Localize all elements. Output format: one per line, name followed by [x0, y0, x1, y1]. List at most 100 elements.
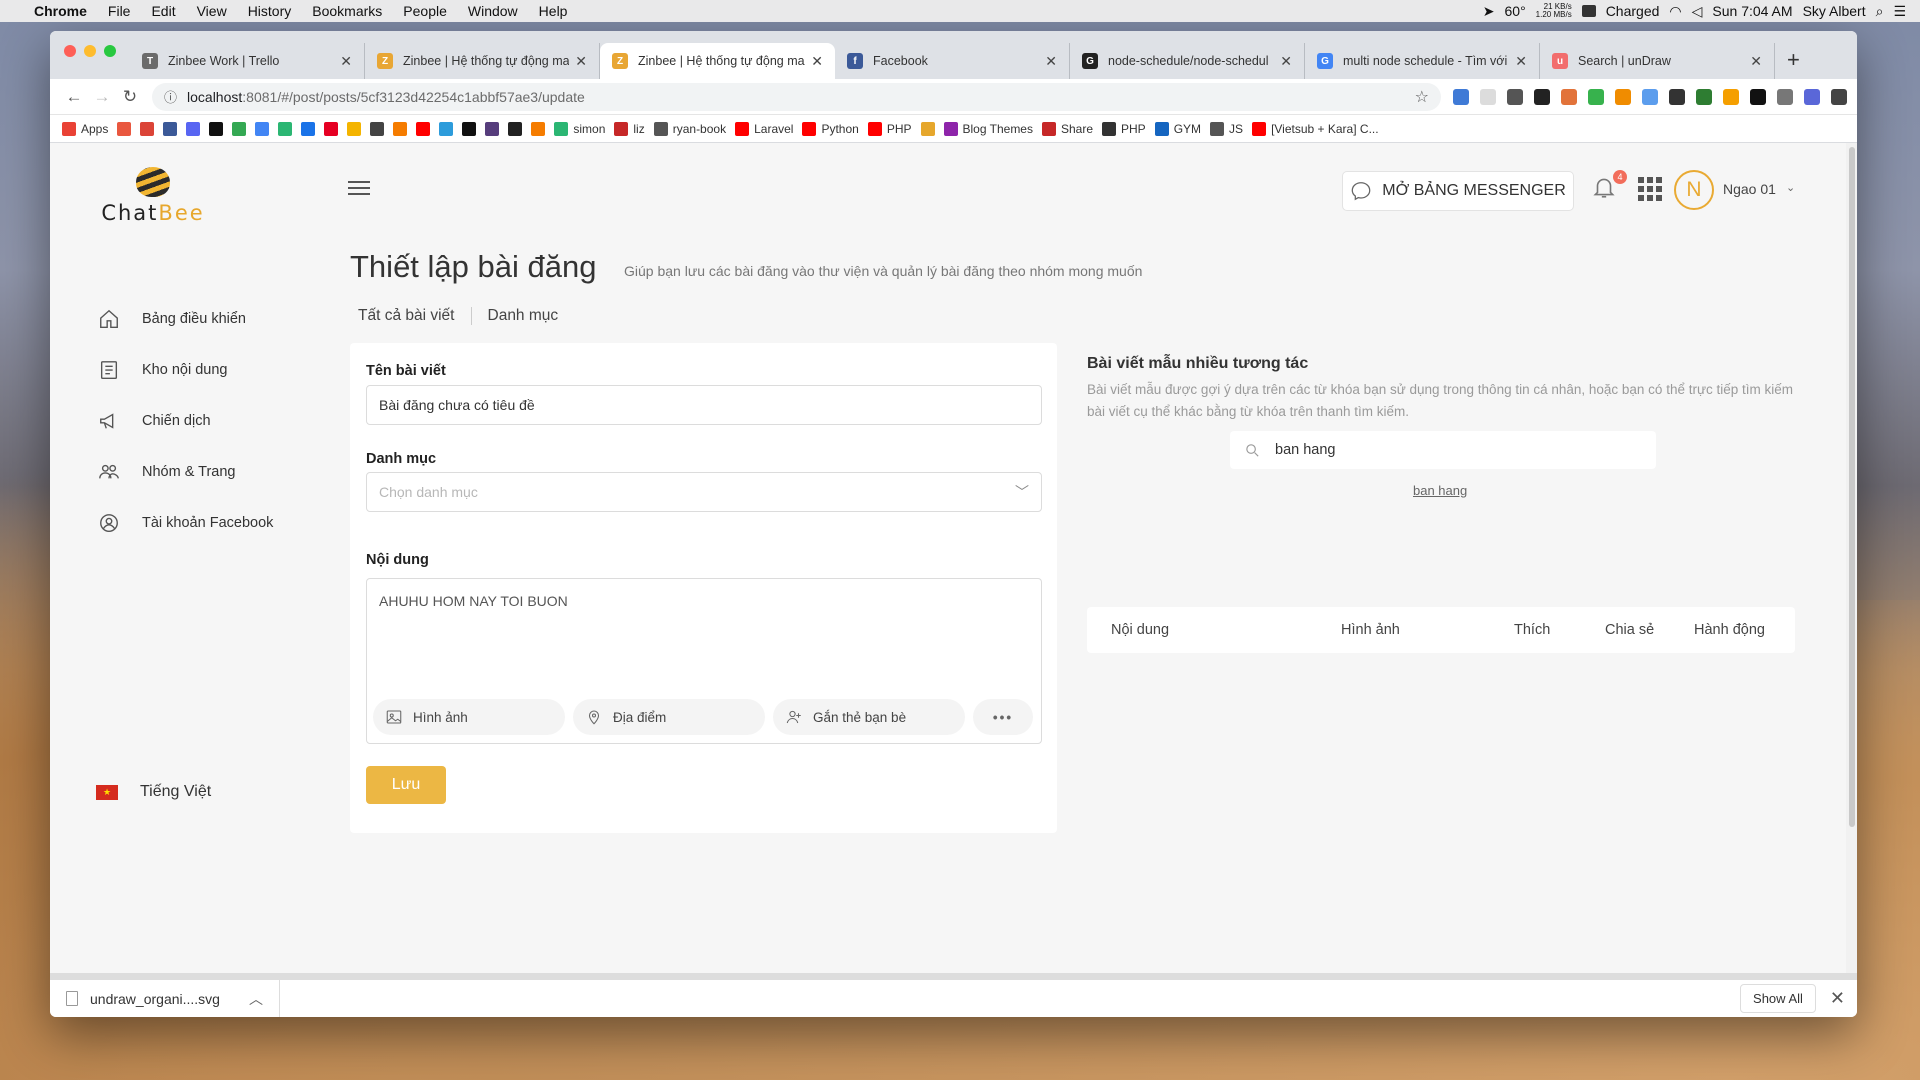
bookmark-item[interactable]	[370, 121, 385, 136]
extension-icon[interactable]	[1723, 88, 1739, 105]
browser-tab[interactable]: u Search | unDraw ✕	[1540, 43, 1775, 79]
menu-help[interactable]: Help	[539, 3, 568, 19]
post-title-input[interactable]: Bài đăng chưa có tiêu đề	[366, 385, 1042, 425]
location-icon[interactable]: ➤	[1483, 3, 1495, 20]
tab-categories[interactable]: Danh mục	[488, 307, 559, 325]
tab-all-posts[interactable]: Tất cả bài viết	[358, 307, 455, 325]
bookmark-item[interactable]: Python	[802, 121, 859, 136]
sidebar-item-dashboard[interactable]: Bảng điều khiển	[98, 308, 246, 330]
page-scrollbar[interactable]	[1846, 143, 1857, 973]
battery-status[interactable]: Charged	[1606, 3, 1660, 19]
browser-tab-active[interactable]: Z Zinbee | Hệ thống tự động ma ✕	[600, 43, 835, 79]
bookmark-item[interactable]: Laravel	[735, 121, 793, 136]
zoom-window-button[interactable]	[104, 45, 116, 57]
bookmark-item[interactable]: simon	[554, 121, 605, 136]
column-header[interactable]: Hành động	[1694, 622, 1765, 638]
download-item[interactable]: undraw_organi....svg ︿	[50, 980, 280, 1017]
new-tab-button[interactable]: +	[1787, 43, 1800, 79]
user-name[interactable]: Ngao 01	[1723, 181, 1776, 197]
column-header[interactable]: Chia sẻ	[1605, 622, 1654, 638]
extension-icon[interactable]	[1507, 88, 1523, 105]
hamburger-menu-icon[interactable]	[348, 177, 370, 199]
bookmark-star-icon[interactable]: ☆	[1415, 87, 1429, 107]
menu-file[interactable]: File	[108, 3, 131, 19]
bookmark-item[interactable]: [Vietsub + Kara] C...	[1252, 121, 1379, 136]
close-tab-icon[interactable]: ✕	[1045, 53, 1057, 70]
browser-tab[interactable]: T Zinbee Work | Trello ✕	[130, 43, 365, 79]
scrollbar-thumb[interactable]	[1849, 147, 1855, 827]
volume-icon[interactable]: ◁	[1692, 3, 1703, 20]
weather-text[interactable]: 60°	[1505, 3, 1526, 19]
bookmark-item[interactable]	[439, 121, 454, 136]
extension-icon[interactable]	[1588, 88, 1604, 105]
column-header[interactable]: Thích	[1514, 622, 1550, 638]
category-select[interactable]: Chọn danh mục ﹀	[366, 472, 1042, 512]
close-tab-icon[interactable]: ✕	[811, 53, 823, 70]
close-downloads-icon[interactable]: ✕	[1830, 988, 1845, 1009]
clock[interactable]: Sun 7:04 AM	[1712, 3, 1792, 19]
menu-edit[interactable]: Edit	[151, 3, 175, 19]
bookmark-item[interactable]: Blog Themes	[943, 121, 1033, 136]
bookmark-item[interactable]: liz	[614, 121, 645, 136]
bookmark-item[interactable]	[209, 121, 224, 136]
content-text[interactable]: AHUHU HOM NAY TOI BUON	[367, 579, 1041, 691]
close-window-button[interactable]	[64, 45, 76, 57]
close-tab-icon[interactable]: ✕	[575, 53, 587, 70]
bookmark-item[interactable]: PHP	[867, 121, 912, 136]
bookmark-item[interactable]	[393, 121, 408, 136]
extension-icon[interactable]	[1642, 88, 1658, 105]
close-tab-icon[interactable]: ✕	[1280, 53, 1292, 70]
extension-icon[interactable]	[1534, 88, 1550, 105]
menu-history[interactable]: History	[248, 3, 292, 19]
close-tab-icon[interactable]: ✕	[1750, 53, 1762, 70]
menu-list-icon[interactable]: ☰	[1893, 3, 1906, 20]
wifi-icon[interactable]: ◠	[1669, 3, 1681, 20]
reload-icon[interactable]: ↻	[116, 87, 144, 107]
bookmark-item[interactable]	[140, 121, 155, 136]
bookmark-item[interactable]	[117, 121, 132, 136]
extension-icon[interactable]	[1696, 88, 1712, 105]
chevron-up-icon[interactable]: ︿	[249, 989, 263, 1009]
menu-view[interactable]: View	[197, 3, 227, 19]
language-switcher[interactable]: ★ Tiếng Việt	[96, 783, 211, 801]
bookmark-item[interactable]	[920, 121, 935, 136]
close-tab-icon[interactable]: ✕	[340, 53, 352, 70]
browser-tab[interactable]: f Facebook ✕	[835, 43, 1070, 79]
bookmark-item[interactable]: Share	[1041, 121, 1093, 136]
sample-search-input[interactable]: ban hang	[1230, 431, 1656, 469]
menu-bookmarks[interactable]: Bookmarks	[312, 3, 382, 19]
bookmark-item[interactable]	[508, 121, 523, 136]
extension-icon[interactable]	[1669, 88, 1685, 105]
bookmark-item[interactable]	[485, 121, 500, 136]
bookmark-item[interactable]	[232, 121, 247, 136]
forward-icon[interactable]: →	[88, 87, 116, 107]
bookmark-item[interactable]	[347, 121, 362, 136]
bookmark-item[interactable]	[462, 121, 477, 136]
add-location-button[interactable]: Địa điểm	[573, 699, 765, 735]
sidebar-item-content[interactable]: Kho nội dung	[98, 359, 227, 381]
extension-icon[interactable]	[1453, 88, 1469, 105]
save-button[interactable]: Lưu	[366, 766, 446, 804]
tag-friends-button[interactable]: Gắn thẻ bạn bè	[773, 699, 965, 735]
sidebar-item-groups[interactable]: Nhóm & Trang	[98, 461, 236, 483]
notifications[interactable]: 4	[1591, 170, 1627, 203]
spotlight-icon[interactable]: ⌕	[1876, 3, 1884, 20]
minimize-window-button[interactable]	[84, 45, 96, 57]
back-icon[interactable]: ←	[60, 87, 88, 107]
bookmark-item[interactable]	[278, 121, 293, 136]
browser-tab[interactable]: G node-schedule/node-schedul ✕	[1070, 43, 1305, 79]
bookmark-item[interactable]: Apps	[62, 121, 108, 136]
column-header[interactable]: Hình ảnh	[1341, 622, 1400, 638]
bookmark-item[interactable]	[255, 121, 270, 136]
bookmark-item[interactable]: GYM	[1154, 121, 1201, 136]
bookmark-item[interactable]: JS	[1210, 121, 1243, 136]
chrome-menu-icon[interactable]	[1831, 88, 1847, 105]
chevron-down-icon[interactable]: ⌄	[1786, 181, 1795, 194]
extension-icon[interactable]	[1561, 88, 1577, 105]
bookmark-item[interactable]	[301, 121, 316, 136]
browser-tab[interactable]: Z Zinbee | Hệ thống tự động ma ✕	[365, 43, 600, 79]
address-bar[interactable]: ⓘ localhost:8081/#/post/posts/5cf3123d42…	[152, 82, 1441, 111]
battery-icon[interactable]	[1581, 5, 1596, 17]
open-messenger-button[interactable]: MỞ BẢNG MESSENGER	[1342, 171, 1574, 211]
bookmark-item[interactable]	[416, 121, 431, 136]
